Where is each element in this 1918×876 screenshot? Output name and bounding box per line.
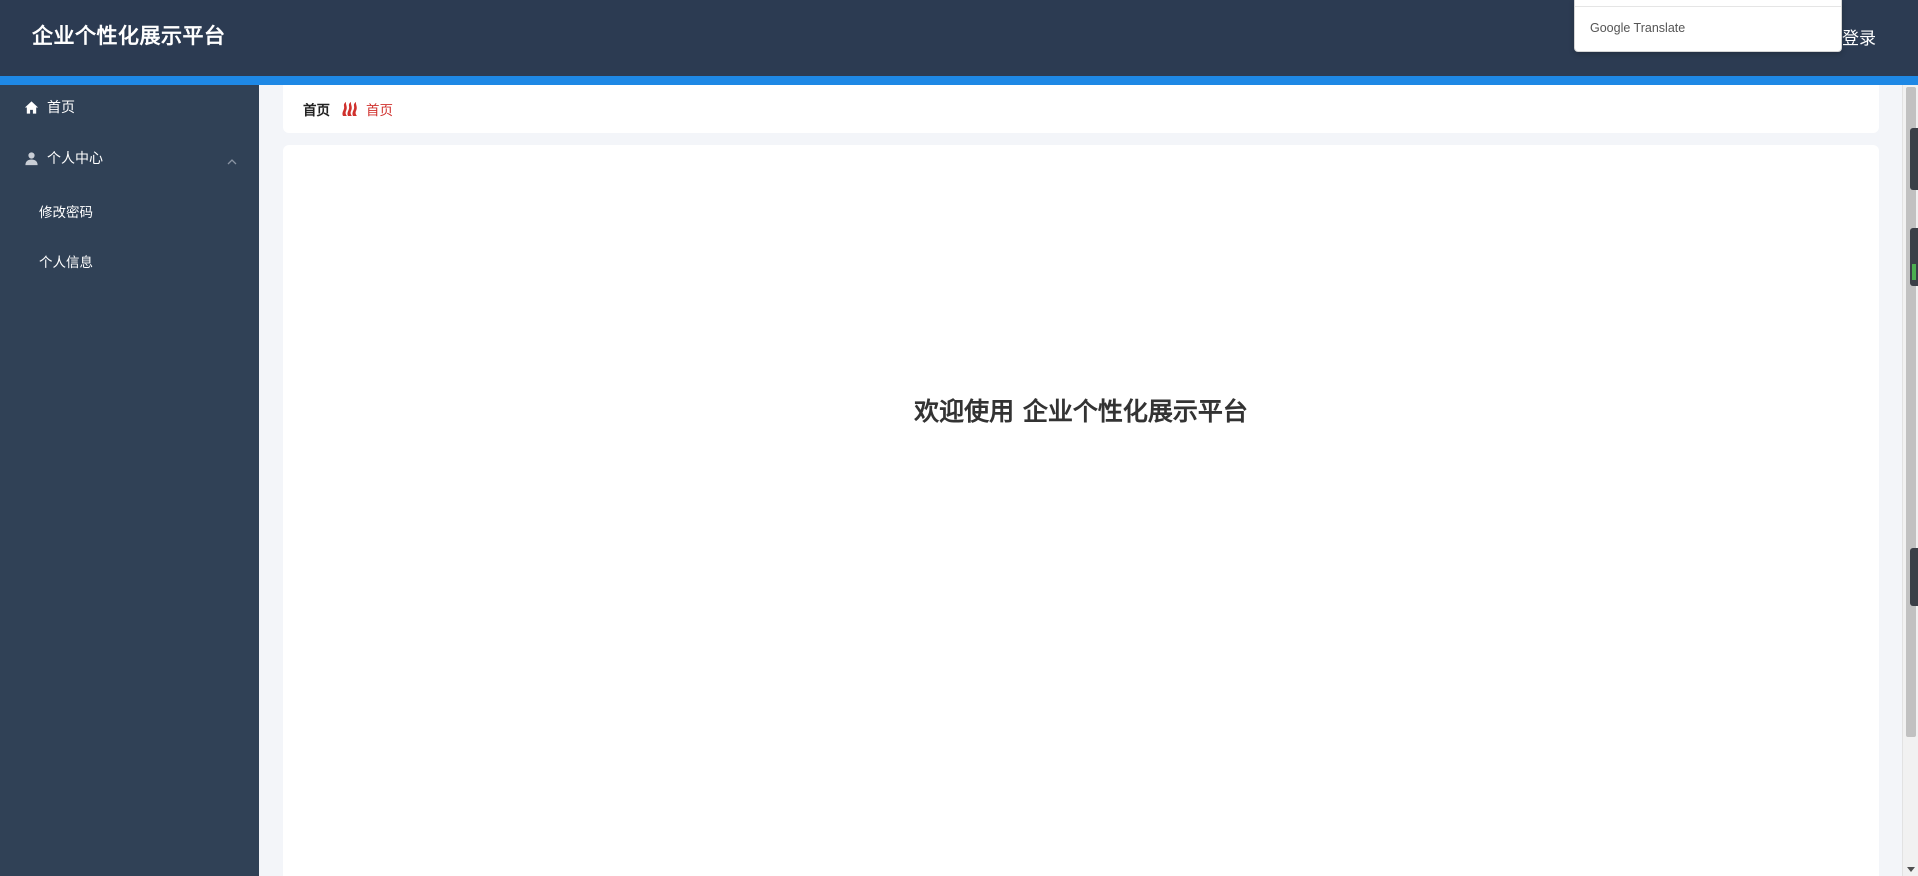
site-title: 企业个性化展示平台 — [32, 24, 226, 48]
home-icon — [23, 99, 39, 115]
sidebar-item-home[interactable]: 首页 — [0, 85, 259, 129]
edge-panel-tab[interactable] — [1910, 548, 1918, 606]
scroll-down-arrow-icon[interactable] — [1907, 867, 1915, 872]
sidebar-item-label: 首页 — [47, 100, 75, 116]
flame-separator-icon — [340, 101, 358, 117]
sidebar-item-personal-center[interactable]: 个人中心 — [0, 136, 259, 180]
chevron-up-icon — [227, 153, 237, 169]
google-translate-popup[interactable]: Google Translate — [1574, 0, 1842, 52]
welcome-heading: 欢迎使用 企业个性化展示平台 — [914, 397, 1248, 426]
breadcrumb-home[interactable]: 首页 — [303, 99, 330, 119]
sidebar-item-label: 个人信息 — [39, 255, 93, 271]
page-scrollbar[interactable] — [1902, 85, 1918, 876]
google-translate-label: Google Translate — [1590, 21, 1686, 35]
sidebar-item-personal-info[interactable]: 个人信息 — [0, 239, 259, 283]
header-accent-bar — [0, 76, 1918, 85]
main-content: 欢迎使用 企业个性化展示平台 — [283, 145, 1879, 876]
user-icon — [23, 150, 39, 166]
status-indicator — [1912, 264, 1916, 280]
sidebar-item-label: 个人中心 — [47, 151, 103, 167]
breadcrumb: 首页 首页 — [283, 85, 1879, 133]
edge-panel-tab[interactable] — [1910, 128, 1918, 190]
breadcrumb-current: 首页 — [366, 103, 393, 119]
sidebar-item-change-password[interactable]: 修改密码 — [0, 189, 259, 233]
sidebar-item-label: 修改密码 — [39, 205, 93, 221]
login-link[interactable]: 登录 — [1842, 24, 1876, 49]
edge-panel-tab[interactable] — [1910, 228, 1918, 286]
sidebar: 首页 个人中心 修改密码 个人信息 — [0, 85, 259, 876]
popup-divider — [1575, 6, 1841, 7]
